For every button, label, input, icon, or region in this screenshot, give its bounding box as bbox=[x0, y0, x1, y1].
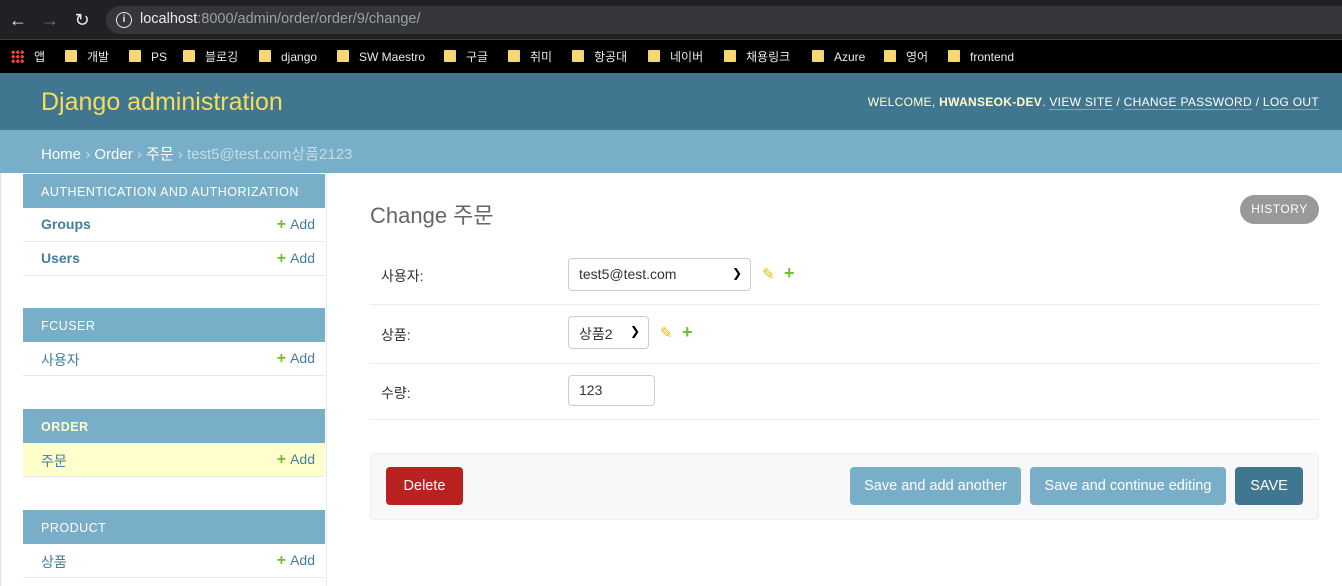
sidebar-item-fcuser: 사용자 + Add bbox=[23, 342, 325, 376]
folder-icon bbox=[444, 50, 456, 62]
product-select[interactable]: 상품2 ❯ bbox=[568, 316, 649, 349]
edit-pencil-icon[interactable]: ✎ bbox=[660, 324, 673, 342]
form-row-quantity: 수량: 123 bbox=[370, 364, 1319, 420]
bookmark-folder[interactable]: Azure bbox=[812, 49, 865, 65]
plus-icon: + bbox=[276, 552, 287, 569]
module-caption[interactable]: ORDER bbox=[23, 409, 325, 443]
model-link-groups[interactable]: Groups bbox=[41, 216, 91, 232]
plus-icon: + bbox=[276, 250, 287, 267]
add-plus-icon[interactable]: + bbox=[682, 322, 693, 343]
log-out-link[interactable]: LOG OUT bbox=[1262, 95, 1319, 110]
back-arrow-icon[interactable]: ← bbox=[8, 10, 28, 30]
change-password-link[interactable]: CHANGE PASSWORD bbox=[1123, 95, 1252, 110]
folder-icon bbox=[648, 50, 660, 62]
folder-icon bbox=[724, 50, 736, 62]
submit-row: Delete Save and add another Save and con… bbox=[370, 453, 1319, 520]
chevron-down-icon: ❯ bbox=[731, 266, 742, 280]
form-row-product: 상품: 상품2 ❯ ✎ + bbox=[370, 305, 1319, 364]
model-link-product[interactable]: 상품 bbox=[41, 554, 67, 570]
info-icon[interactable]: i bbox=[116, 12, 132, 28]
bookmark-folder[interactable]: 구글 bbox=[444, 49, 488, 65]
page-title: Change 주문 bbox=[370, 203, 494, 228]
view-site-link[interactable]: VIEW SITE bbox=[1049, 95, 1113, 110]
model-link-users[interactable]: Users bbox=[41, 250, 80, 266]
delete-button[interactable]: Delete bbox=[386, 467, 463, 505]
folder-icon bbox=[884, 50, 896, 62]
bookmark-folder[interactable]: 채용링크 bbox=[724, 49, 790, 65]
add-order-link[interactable]: + Add bbox=[277, 451, 315, 469]
save-continue-button[interactable]: Save and continue editing bbox=[1030, 467, 1226, 505]
url-text[interactable]: localhost:8000/admin/order/order/9/chang… bbox=[140, 11, 421, 27]
folder-icon bbox=[65, 50, 77, 62]
site-branding[interactable]: Django administration bbox=[41, 88, 283, 117]
bookmark-folder[interactable]: 네이버 bbox=[648, 49, 703, 65]
bookmark-folder[interactable]: 개발 bbox=[65, 49, 109, 65]
add-plus-icon[interactable]: + bbox=[784, 263, 795, 284]
breadcrumb: Home › Order › 주문 › test5@test.com상품2123 bbox=[0, 130, 1342, 173]
folder-icon bbox=[508, 50, 520, 62]
model-link-fcuser[interactable]: 사용자 bbox=[41, 352, 80, 368]
bookmark-folder[interactable]: frontend bbox=[948, 49, 1014, 65]
sidebar-edge bbox=[0, 173, 1, 586]
user-select[interactable]: test5@test.com ❯ bbox=[568, 258, 751, 291]
add-groups-link[interactable]: + Add bbox=[277, 216, 315, 234]
add-fcuser-link[interactable]: + Add bbox=[277, 350, 315, 368]
user-tools: WELCOME, HWANSEOK-DEV. VIEW SITE / CHANG… bbox=[867, 95, 1319, 110]
folder-icon bbox=[337, 50, 349, 62]
admin-header: Django administration WELCOME, HWANSEOK-… bbox=[0, 73, 1342, 130]
folder-icon bbox=[572, 50, 584, 62]
reload-icon[interactable]: ↻ bbox=[72, 10, 92, 30]
module-caption[interactable]: PRODUCT bbox=[23, 510, 325, 544]
module-order: ORDER 주문 + Add bbox=[23, 409, 325, 477]
sidebar-item-users: Users + Add bbox=[23, 242, 325, 276]
module-caption[interactable]: AUTHENTICATION AND AUTHORIZATION bbox=[23, 174, 325, 208]
folder-icon bbox=[948, 50, 960, 62]
add-users-link[interactable]: + Add bbox=[277, 250, 315, 268]
quantity-label: 수량: bbox=[381, 385, 411, 401]
bookmark-folder[interactable]: 블로깅 bbox=[183, 49, 238, 65]
bookmark-folder[interactable]: SW Maestro bbox=[337, 49, 425, 65]
folder-icon bbox=[129, 50, 141, 62]
edit-pencil-icon[interactable]: ✎ bbox=[762, 265, 775, 283]
sidebar-item-order: 주문 + Add bbox=[23, 443, 325, 477]
history-button[interactable]: HISTORY bbox=[1240, 195, 1319, 224]
breadcrumb-app[interactable]: Order bbox=[94, 146, 132, 163]
quantity-input[interactable]: 123 bbox=[568, 375, 655, 406]
save-add-another-button[interactable]: Save and add another bbox=[850, 467, 1021, 505]
form-row-user: 사용자: test5@test.com ❯ ✎ + bbox=[370, 246, 1319, 305]
forward-arrow-icon[interactable]: → bbox=[40, 10, 60, 30]
folder-icon bbox=[812, 50, 824, 62]
module-auth: AUTHENTICATION AND AUTHORIZATION Groups … bbox=[23, 174, 325, 276]
module-product: PRODUCT 상품 + Add bbox=[23, 510, 325, 578]
bookmark-folder[interactable]: 영어 bbox=[884, 49, 928, 65]
bookmark-folder[interactable]: 항공대 bbox=[572, 49, 627, 65]
breadcrumb-current: test5@test.com상품2123 bbox=[187, 146, 353, 163]
bookmark-folder[interactable]: 취미 bbox=[508, 49, 552, 65]
product-label: 상품: bbox=[381, 327, 411, 343]
folder-icon bbox=[183, 50, 195, 62]
plus-icon: + bbox=[276, 451, 287, 468]
bookmark-folder[interactable]: django bbox=[259, 49, 317, 65]
bookmark-folder[interactable]: PS bbox=[129, 49, 167, 65]
breadcrumb-home[interactable]: Home bbox=[41, 146, 81, 163]
user-label: 사용자: bbox=[381, 268, 424, 284]
plus-icon: + bbox=[276, 350, 287, 367]
username: HWANSEOK-DEV bbox=[939, 95, 1043, 109]
browser-toolbar: ← → ↻ i localhost:8000/admin/order/order… bbox=[0, 0, 1342, 40]
module-caption[interactable]: FCUSER bbox=[23, 308, 325, 342]
sidebar-item-groups: Groups + Add bbox=[23, 208, 325, 242]
bookmarks-bar: 앱 개발 PS 블로깅 django SW Maestro 구글 취미 항공대 … bbox=[0, 40, 1342, 73]
save-button[interactable]: SAVE bbox=[1235, 467, 1303, 505]
address-bar[interactable]: i localhost:8000/admin/order/order/9/cha… bbox=[106, 6, 1342, 34]
plus-icon: + bbox=[276, 216, 287, 233]
model-link-order[interactable]: 주문 bbox=[41, 453, 67, 469]
breadcrumb-model[interactable]: 주문 bbox=[146, 146, 174, 163]
apps-grid-icon bbox=[11, 50, 24, 63]
add-product-link[interactable]: + Add bbox=[277, 552, 315, 570]
chevron-down-icon: ❯ bbox=[629, 324, 640, 338]
folder-icon bbox=[259, 50, 271, 62]
bookmark-apps[interactable]: 앱 bbox=[11, 49, 45, 65]
sidebar-item-product: 상품 + Add bbox=[23, 544, 325, 578]
module-fcuser: FCUSER 사용자 + Add bbox=[23, 308, 325, 376]
